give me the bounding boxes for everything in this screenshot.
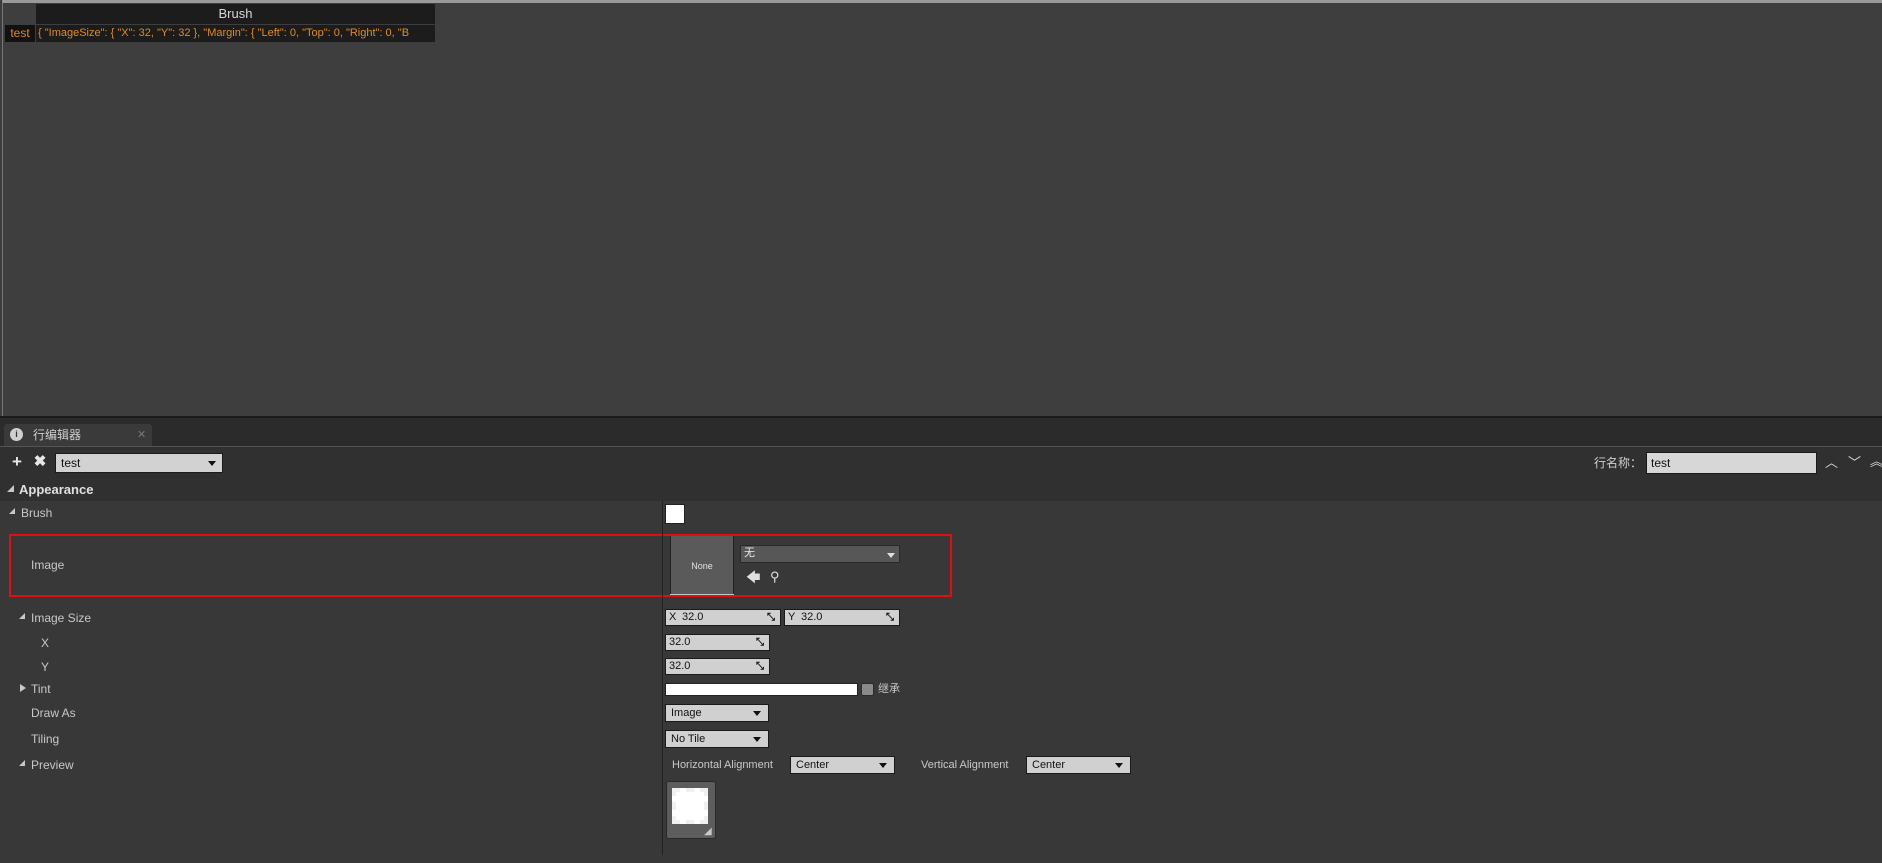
category-appearance[interactable] (0, 479, 1882, 501)
spin-drag-icon[interactable]: ⤡ (756, 659, 764, 674)
plus-icon[interactable]: + (9, 453, 25, 471)
row-name-label: 行名称： (1594, 456, 1643, 470)
tab-strip (0, 418, 1882, 446)
chevron-down-icon (879, 763, 887, 768)
category-label: Appearance (19, 482, 94, 497)
row-select-value: test (61, 456, 81, 470)
property-draw-as-label: Draw As (31, 706, 76, 720)
axis-y-label: Y (788, 611, 796, 623)
chevron-down-icon (753, 737, 761, 742)
horizontal-alignment-label: Horizontal Alignment (672, 759, 773, 771)
row-editor-icon: i (10, 428, 23, 441)
axis-x-label: X (669, 611, 677, 623)
image-size-x-value: 32.0 (682, 611, 704, 623)
expand-arrow-icon[interactable] (20, 684, 26, 692)
highlight-annotation-box (9, 534, 952, 597)
chevron-down-icon (1115, 763, 1123, 768)
resize-grip-icon[interactable]: ◢ (704, 827, 712, 837)
inherit-checkbox[interactable] (861, 683, 874, 696)
draw-as-value: Image (671, 707, 702, 719)
table-row-name[interactable]: test (5, 25, 35, 42)
expand-arrow-icon[interactable] (19, 613, 25, 619)
property-image-size-label: Image Size (31, 611, 92, 625)
table-row-value[interactable]: { "ImageSize": { "X": 32, "Y": 32 }, "Ma… (36, 25, 435, 42)
tab-label: 行编辑器 (33, 428, 82, 442)
spin-drag-icon[interactable]: ⤡ (767, 610, 775, 625)
chevron-down-icon (753, 711, 761, 716)
image-size-y-value: 32.0 (801, 611, 823, 623)
x-icon[interactable]: ✖ (32, 453, 48, 471)
property-brush-label: Brush (21, 506, 53, 520)
tiling-value: No Tile (671, 733, 706, 745)
brush-swatch[interactable] (665, 504, 685, 524)
tint-color-swatch[interactable] (665, 683, 858, 696)
column-splitter[interactable] (662, 501, 663, 855)
chevron-up-icon[interactable]: ︿ (1825, 455, 1838, 471)
spin-drag-icon[interactable]: ⤡ (886, 610, 894, 625)
property-preview-label: Preview (31, 758, 74, 772)
preview-image-icon (672, 788, 708, 824)
expand-arrow-icon[interactable] (7, 485, 14, 492)
data-table-view (2, 0, 1882, 417)
collapse-icon[interactable]: ︽ (1870, 454, 1882, 470)
spin-drag-icon[interactable]: ⤡ (756, 635, 764, 650)
row-name-input[interactable] (1646, 452, 1817, 474)
property-tiling-label: Tiling (31, 732, 60, 746)
vertical-alignment-label: Vertical Alignment (921, 759, 1009, 771)
x-value: 32.0 (669, 636, 691, 648)
expand-arrow-icon[interactable] (19, 760, 25, 766)
column-header-brush[interactable]: Brush (36, 4, 435, 24)
property-x-label: X (41, 636, 50, 650)
close-icon[interactable]: ✕ (137, 427, 146, 443)
chevron-down-icon (208, 461, 216, 466)
chevron-down-icon[interactable]: ﹀ (1848, 455, 1861, 471)
expand-arrow-icon[interactable] (9, 508, 15, 514)
property-tint-label: Tint (31, 682, 51, 696)
vertical-alignment-value: Center (1032, 759, 1066, 771)
y-value: 32.0 (669, 660, 691, 672)
property-y-label: Y (41, 660, 50, 674)
horizontal-alignment-value: Center (796, 759, 830, 771)
inherit-label: 继承 (878, 683, 900, 695)
